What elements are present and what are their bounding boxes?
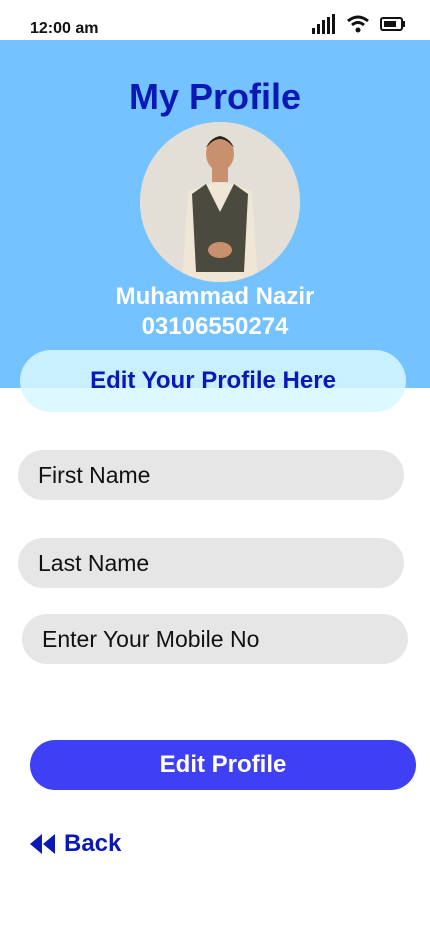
- edit-profile-banner: Edit Your Profile Here: [20, 350, 406, 412]
- page-title: My Profile: [128, 76, 302, 117]
- last-name-input[interactable]: [18, 538, 404, 588]
- signal-icon: [312, 14, 335, 34]
- mobile-number-input[interactable]: [22, 614, 408, 664]
- status-time: 12:00 am: [30, 20, 99, 37]
- profile-name: Muhammad Nazir: [115, 283, 315, 310]
- edit-profile-button[interactable]: Edit Profile: [30, 740, 416, 790]
- profile-phone: 03106550274: [141, 313, 289, 340]
- back-button[interactable]: Back: [30, 830, 121, 858]
- status-icons: [312, 14, 406, 34]
- battery-icon: [380, 17, 405, 31]
- rewind-icon: [30, 834, 55, 854]
- back-label: Back: [64, 830, 122, 857]
- first-name-input[interactable]: [18, 450, 404, 500]
- avatar-photo: [140, 122, 300, 282]
- avatar: [140, 122, 300, 282]
- status-bar: 12:00 am: [0, 0, 430, 40]
- wifi-icon: [347, 15, 369, 33]
